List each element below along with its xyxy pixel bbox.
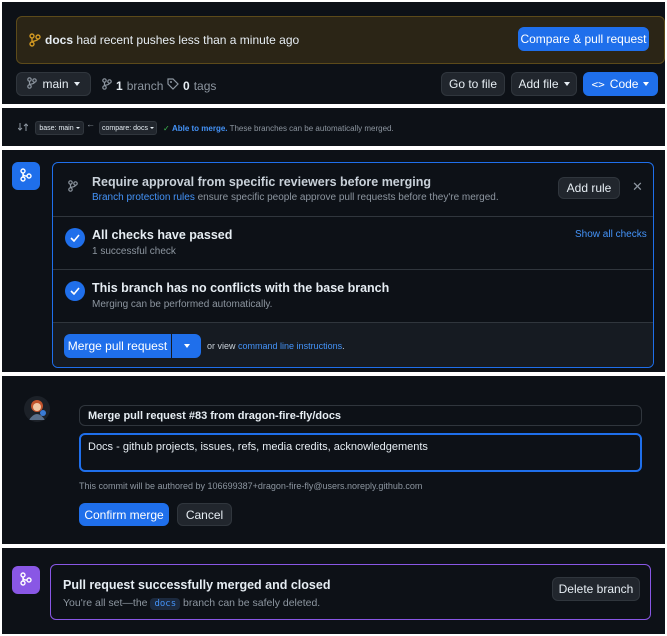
chevron-down-icon bbox=[149, 127, 154, 129]
checks-title: All checks have passed bbox=[92, 228, 233, 242]
merged-title: Pull request successfully merged and clo… bbox=[63, 578, 331, 592]
commit-message-value: Docs - github projects, issues, refs, me… bbox=[88, 441, 428, 453]
base-branch-select[interactable]: base: main bbox=[35, 121, 84, 135]
check-icon: ✓ bbox=[163, 124, 170, 133]
git-merge-icon bbox=[20, 167, 32, 185]
tag-icon bbox=[167, 78, 179, 93]
commit-message-textarea[interactable]: Docs - github projects, issues, refs, me… bbox=[79, 433, 642, 472]
conflicts-subtitle: Merging can be performed automatically. bbox=[92, 299, 273, 310]
merged-text-before: You're all set—the bbox=[63, 597, 148, 609]
code-button[interactable]: <> Code bbox=[583, 72, 658, 96]
able-to-merge-detail: These branches can be automatically merg… bbox=[229, 124, 394, 133]
git-merge-icon bbox=[20, 571, 32, 589]
tag-count: 0 bbox=[183, 78, 190, 93]
cancel-button[interactable]: Cancel bbox=[177, 503, 232, 526]
divider bbox=[53, 269, 653, 270]
divider bbox=[53, 216, 653, 217]
confirm-merge-button[interactable]: Confirm merge bbox=[79, 503, 169, 526]
merged-badge bbox=[12, 566, 40, 594]
git-merge-badge bbox=[12, 162, 40, 190]
add-file-label: Add file bbox=[518, 77, 559, 91]
add-rule-label: Add rule bbox=[566, 181, 612, 195]
code-icon: <> bbox=[591, 77, 605, 91]
merged-message: You're all set—the docs branch can be sa… bbox=[63, 597, 321, 610]
approval-title: Require approval from specific reviewers… bbox=[92, 175, 432, 189]
delete-branch-label: Delete branch bbox=[558, 582, 634, 596]
merge-box-panel: Require approval from specific reviewers… bbox=[2, 150, 665, 372]
tag-count-label: tags bbox=[193, 78, 217, 93]
chevron-down-icon bbox=[563, 82, 570, 86]
compare-pull-request-button[interactable]: Compare & pull request bbox=[518, 27, 649, 51]
branch-icon bbox=[29, 33, 41, 50]
add-rule-button[interactable]: Add rule bbox=[558, 177, 620, 199]
branch-protection-link[interactable]: Branch protection rules bbox=[92, 192, 195, 203]
author-note: This commit will be authored by 10669938… bbox=[79, 481, 423, 491]
period: . bbox=[342, 341, 345, 351]
merge-options-dropdown[interactable] bbox=[172, 334, 201, 358]
merged-branch-label: docs bbox=[150, 598, 181, 610]
approval-description: Branch protection rules ensure specific … bbox=[92, 192, 499, 203]
branch-icon bbox=[27, 76, 38, 92]
merged-box: Pull request successfully merged and clo… bbox=[50, 564, 651, 620]
go-to-file-button[interactable]: Go to file bbox=[441, 72, 505, 96]
push-message: had recent pushes less than a minute ago bbox=[76, 33, 300, 47]
commit-title-value: Merge pull request #83 from dragon-fire-… bbox=[88, 410, 342, 422]
approval-branch-icon bbox=[68, 180, 78, 195]
compare-arrows-icon bbox=[17, 121, 29, 135]
code-label: Code bbox=[609, 77, 639, 91]
merge-actions-footer: Merge pull request or view command line … bbox=[53, 322, 653, 367]
add-file-button[interactable]: Add file bbox=[511, 72, 577, 96]
merged-text-after: branch can be safely deleted. bbox=[183, 597, 321, 609]
cli-instructions: or view command line instructions. bbox=[207, 341, 345, 351]
conflicts-title: This branch has no conflicts with the ba… bbox=[92, 281, 390, 295]
command-line-link[interactable]: command line instructions bbox=[238, 341, 342, 351]
or-view-text: or view bbox=[207, 341, 236, 351]
cancel-label: Cancel bbox=[185, 507, 224, 522]
chevron-down-icon bbox=[183, 344, 190, 348]
merge-pull-request-button[interactable]: Merge pull request bbox=[64, 334, 171, 358]
able-to-merge-status: ✓ Able to merge. These branches can be a… bbox=[163, 124, 394, 133]
confirm-merge-label: Confirm merge bbox=[84, 507, 164, 522]
compare-button-label: Compare & pull request bbox=[520, 32, 647, 46]
branch-select-label: main bbox=[42, 77, 69, 91]
branch-select-button[interactable]: main bbox=[16, 72, 91, 96]
branch-count: 1 bbox=[116, 78, 123, 93]
chevron-down-icon bbox=[75, 127, 80, 129]
merge-button-label: Merge pull request bbox=[67, 339, 168, 353]
close-icon[interactable]: ✕ bbox=[632, 179, 643, 195]
delete-branch-button[interactable]: Delete branch bbox=[552, 577, 640, 601]
repo-header-panel: docs had recent pushes less than a minut… bbox=[2, 2, 665, 104]
show-all-checks-link[interactable]: Show all checks bbox=[575, 229, 647, 240]
merge-box: Require approval from specific reviewers… bbox=[52, 162, 654, 368]
chevron-down-icon bbox=[73, 82, 80, 86]
push-branch-name[interactable]: docs bbox=[45, 33, 73, 47]
avatar bbox=[24, 396, 50, 422]
checks-passed-icon bbox=[65, 228, 85, 248]
merged-panel: Pull request successfully merged and clo… bbox=[2, 548, 665, 634]
branches-link[interactable]: 1 branch bbox=[102, 78, 163, 93]
push-banner-text: docs had recent pushes less than a minut… bbox=[45, 33, 299, 47]
go-to-file-label: Go to file bbox=[448, 77, 498, 91]
branch-icon bbox=[102, 78, 112, 93]
left-arrow-icon: ← bbox=[86, 119, 95, 129]
commit-title-input[interactable]: Merge pull request #83 from dragon-fire-… bbox=[79, 405, 642, 426]
chevron-down-icon bbox=[643, 82, 650, 86]
recent-push-banner: docs had recent pushes less than a minut… bbox=[16, 16, 665, 64]
base-branch-label: base: main bbox=[39, 124, 74, 132]
checks-subtitle: 1 successful check bbox=[92, 246, 176, 257]
confirm-merge-panel: Merge pull request #83 from dragon-fire-… bbox=[2, 376, 665, 544]
branch-count-label: branch bbox=[126, 78, 164, 93]
able-to-merge-label: Able to merge. bbox=[171, 124, 228, 133]
compare-bar-panel: base: main ← compare: docs ✓ Able to mer… bbox=[2, 108, 665, 146]
compare-branch-label: compare: docs bbox=[102, 124, 148, 132]
tags-link[interactable]: 0 tags bbox=[167, 78, 216, 93]
approval-description-text: ensure specific people approve pull requ… bbox=[197, 192, 499, 203]
no-conflicts-icon bbox=[65, 281, 85, 301]
compare-branch-select[interactable]: compare: docs bbox=[99, 121, 157, 135]
